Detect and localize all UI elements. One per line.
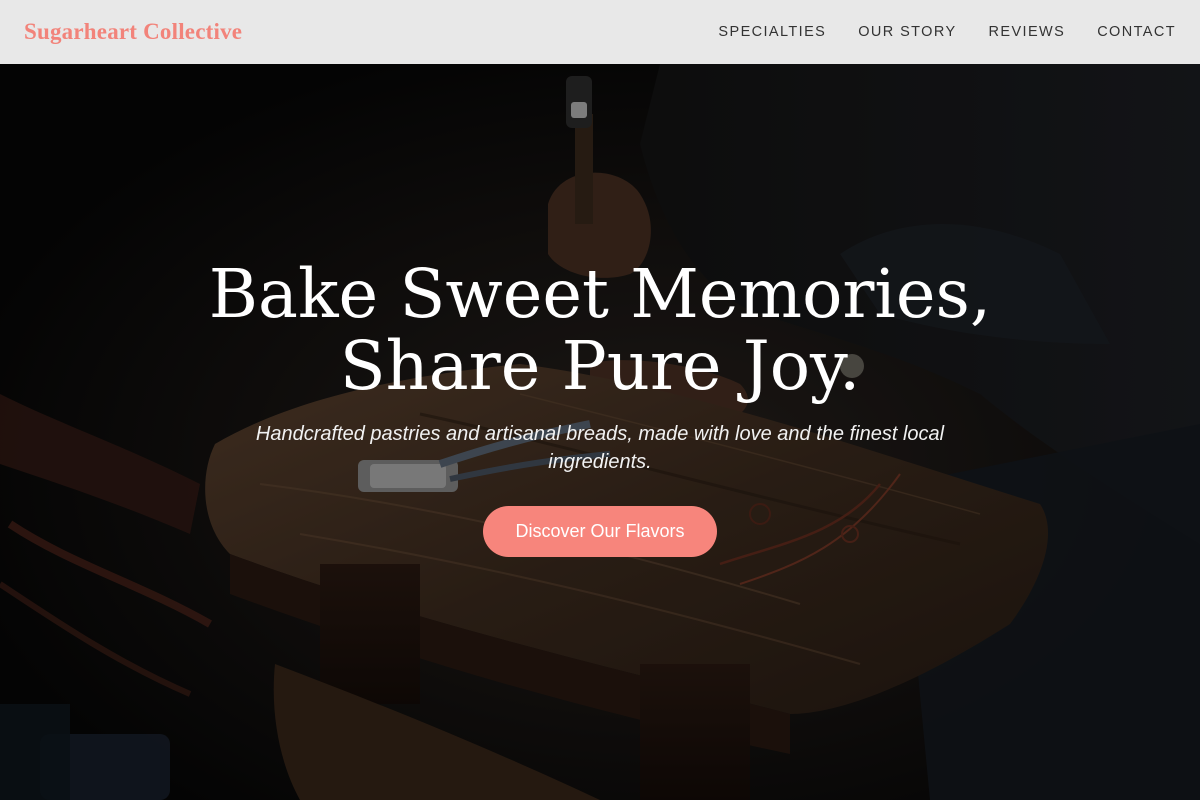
hero-title-line-1: Bake Sweet Memories,	[208, 255, 992, 333]
brand-logo-link[interactable]: Sugarheart Collective	[24, 19, 242, 45]
hero-title: Bake Sweet Memories, Share Pure Joy.	[0, 258, 1200, 402]
nav-link-contact[interactable]: CONTACT	[1097, 24, 1176, 40]
nav-link-reviews[interactable]: REVIEWS	[989, 24, 1066, 40]
hero-content: Bake Sweet Memories, Share Pure Joy. Han…	[0, 258, 1200, 557]
hero-section: Bake Sweet Memories, Share Pure Joy. Han…	[0, 64, 1200, 800]
nav-link-specialties[interactable]: SPECIALTIES	[718, 24, 826, 40]
nav-link-our-story[interactable]: OUR STORY	[858, 24, 956, 40]
hero-subtitle: Handcrafted pastries and artisanal bread…	[255, 423, 945, 473]
page: Sugarheart Collective SPECIALTIES OUR ST…	[0, 0, 1200, 800]
discover-flavors-button[interactable]: Discover Our Flavors	[483, 506, 717, 557]
hero-title-line-2: Share Pure Joy.	[339, 327, 861, 405]
navbar: Sugarheart Collective SPECIALTIES OUR ST…	[0, 0, 1200, 64]
main-nav: SPECIALTIES OUR STORY REVIEWS CONTACT	[718, 24, 1176, 40]
